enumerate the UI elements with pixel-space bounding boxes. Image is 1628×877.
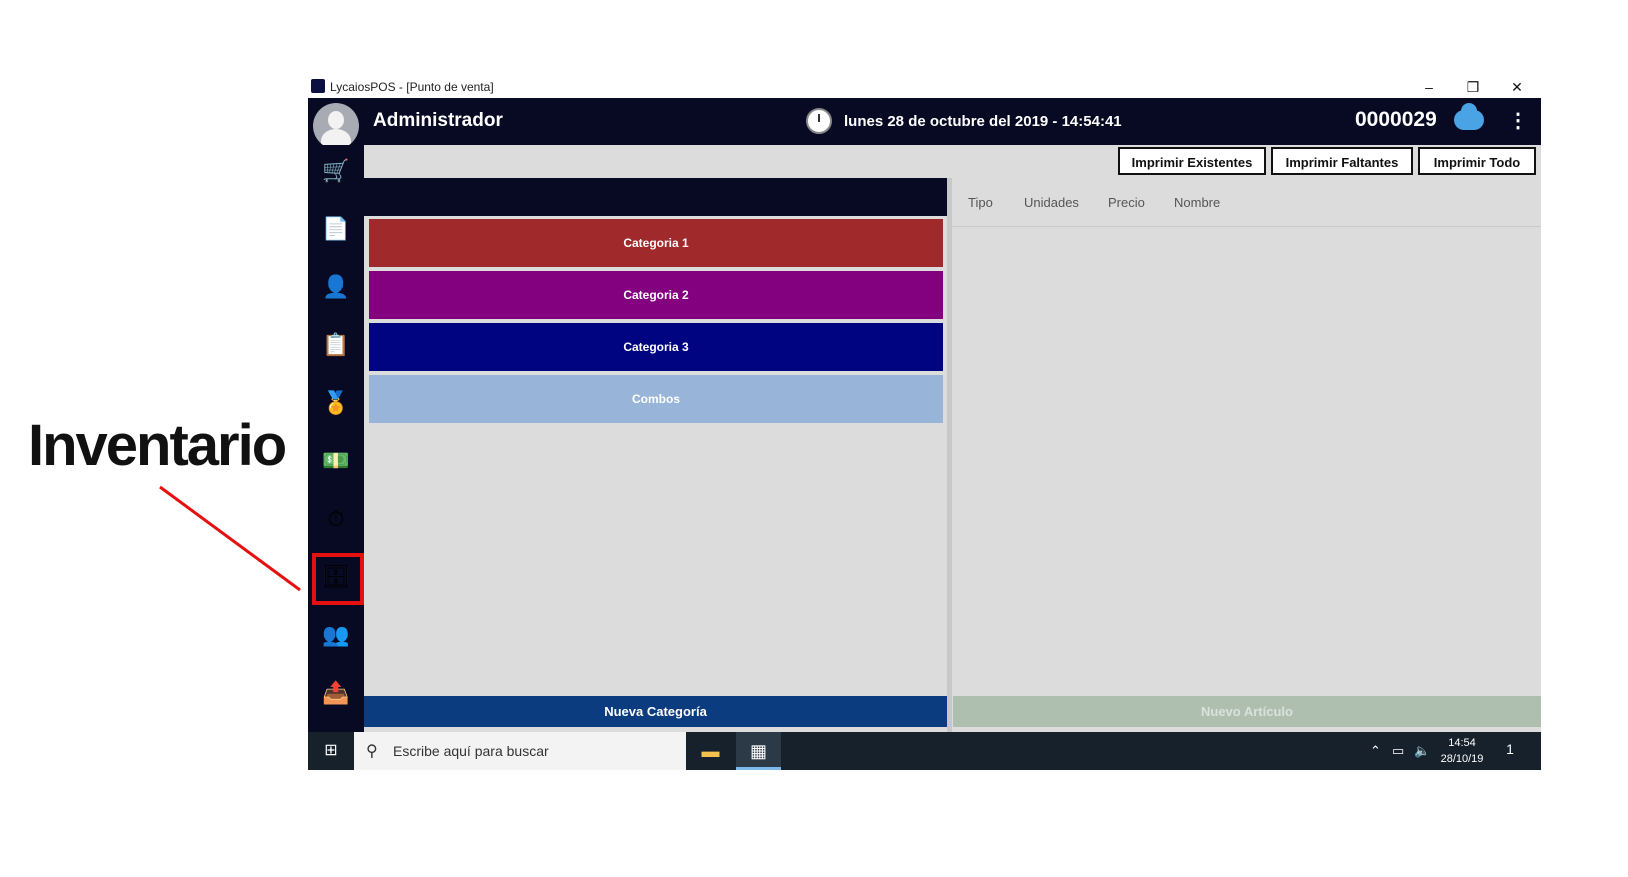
avatar[interactable] [313,103,359,149]
user-icon: 👤 [322,274,350,299]
search-placeholder: Escribe aquí para buscar [393,743,549,759]
sidebar-item-customers[interactable]: 👤 [318,269,354,305]
more-vert-icon[interactable]: ⋮ [1508,108,1528,133]
articles-table-header: Tipo Unidades Precio Nombre [952,178,1541,227]
column-header[interactable]: Tipo [968,195,993,210]
new-article-button[interactable]: Nuevo Artículo [953,696,1541,727]
title-bar: LycaiosPOS - [Punto de venta] – ❐ ✕ [308,76,1541,98]
taskbar-search-input[interactable]: ⚲ Escribe aquí para buscar [354,732,686,770]
report-icon: 📋 [322,332,350,357]
sidebar-item-top[interactable]: 🏅 [318,385,354,421]
sidebar-item-timer[interactable]: ⏱ [318,501,354,537]
sidebar-item-exit[interactable]: 📤 [318,675,354,711]
notification-icon[interactable]: 1 [1501,741,1519,759]
cart-icon: 🛒 [322,158,350,183]
tray-date: 28/10/19 [1440,753,1484,765]
users-icon: 👥 [322,622,350,647]
sidebar-item-reports[interactable]: 📋 [318,327,354,363]
window-title: LycaiosPOS - [Punto de venta] [330,80,494,94]
category-item[interactable]: Categoria 1 [369,219,943,267]
sidebar-item-sales[interactable]: 🛒 [318,153,354,189]
sidebar-item-cash[interactable]: 💵 [318,443,354,479]
print-existing-button[interactable]: Imprimir Existentes [1118,147,1266,175]
lycaiospos-taskbar-icon[interactable]: ▦ [736,732,781,770]
print-missing-button[interactable]: Imprimir Faltantes [1271,147,1413,175]
annotation-highlight-box [312,553,364,605]
file-explorer-icon[interactable]: ▬ [688,732,733,770]
avatar-head-shape [328,111,344,129]
category-item[interactable]: Categoria 2 [369,271,943,319]
column-header[interactable]: Nombre [1174,195,1220,210]
ticket-number: 0000029 [1355,108,1437,131]
app-window: LycaiosPOS - [Punto de venta] – ❐ ✕ Admi… [308,76,1541,770]
tray-time: 14:54 [1448,737,1476,749]
tray-chevron-icon[interactable]: ⌃ [1370,732,1381,770]
new-category-button[interactable]: Nueva Categoría [364,696,947,727]
print-all-button[interactable]: Imprimir Todo [1418,147,1536,175]
category-header [364,178,947,216]
column-header[interactable]: Precio [1108,195,1145,210]
timer-icon: ⏱ [327,506,345,531]
close-button[interactable]: ✕ [1495,76,1539,98]
windows-taskbar: ⊞ ⚲ Escribe aquí para buscar ▬ ▦ ⌃ ▭ 🔈 1… [308,732,1541,770]
exit-icon: 📤 [322,680,350,705]
sidebar: 🛒 📄 👤 📋 🏅 💵 ⏱ 🗄 👥 📤 [308,145,364,732]
category-item[interactable]: Categoria 3 [369,323,943,371]
volume-icon[interactable]: 🔈 [1414,732,1430,770]
datetime-display: lunes 28 de octubre del 2019 - 14:54:41 [844,113,1122,130]
cloud-sync-icon[interactable] [1454,103,1484,130]
ribbon-icon: 🏅 [322,390,350,415]
money-icon: 💵 [322,448,350,473]
app-header: Administrador lunes 28 de octubre del 20… [308,98,1541,149]
minimize-button[interactable]: – [1407,76,1451,98]
document-icon: 📄 [322,216,350,241]
maximize-button[interactable]: ❐ [1451,76,1495,98]
column-header[interactable]: Unidades [1024,195,1079,210]
network-icon[interactable]: ▭ [1392,732,1404,770]
sidebar-item-inventory[interactable]: 🗄 [312,553,364,605]
panel-divider [947,178,952,732]
sidebar-item-documents[interactable]: 📄 [318,211,354,247]
clock-icon [806,108,832,134]
app-logo-icon [311,79,325,93]
notification-count: 1 [1506,741,1514,757]
sidebar-item-users[interactable]: 👥 [318,617,354,653]
category-item[interactable]: Combos [369,375,943,423]
tray-clock[interactable]: 14:54 28/10/19 [1436,735,1488,767]
inventory-panel: Imprimir Existentes Imprimir Faltantes I… [364,145,1541,732]
windows-start-icon[interactable]: ⊞ [308,732,354,770]
user-name: Administrador [373,110,503,131]
search-icon: ⚲ [366,743,378,760]
